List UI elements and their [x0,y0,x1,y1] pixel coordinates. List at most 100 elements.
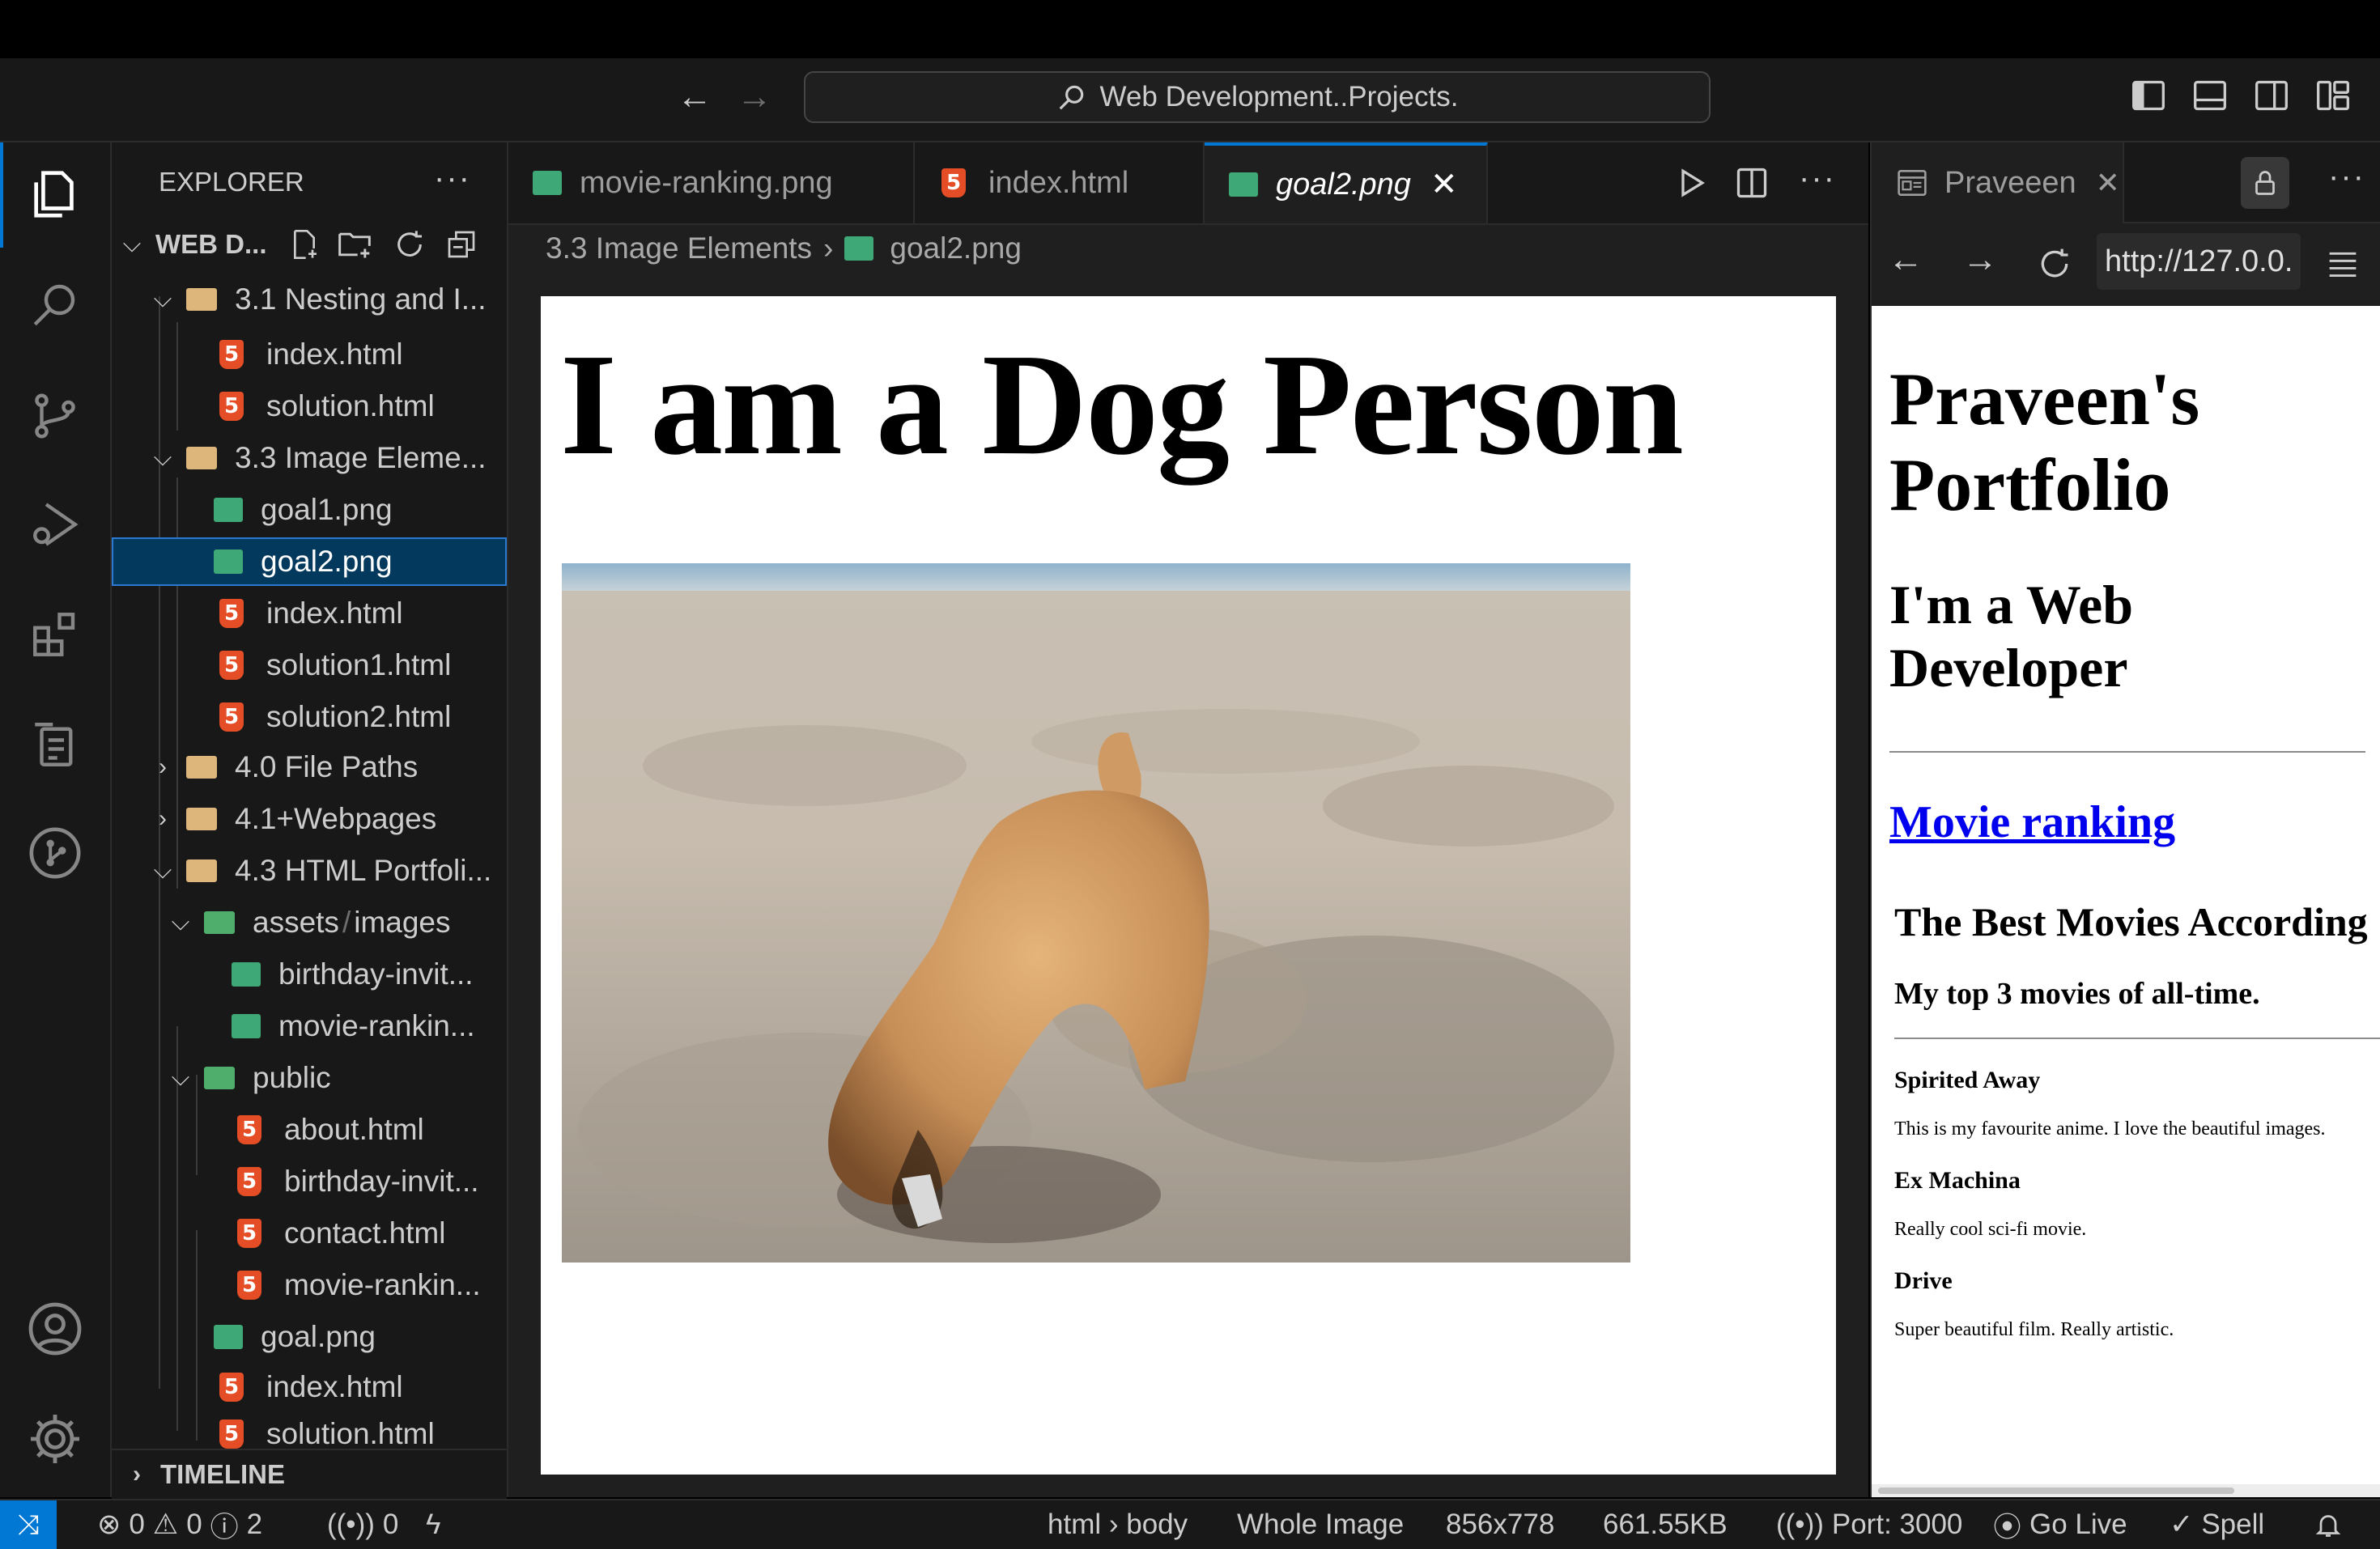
ports-indicator[interactable]: ((•)) 0 [327,1500,398,1549]
html5-icon: 5 [237,1271,261,1300]
portfolio-subtitle-line: Developer [1889,637,2128,698]
tree-file[interactable]: goal1.png [112,486,507,534]
tree-file[interactable]: 5 index.html [112,330,507,379]
browser-reload-icon[interactable] [2037,246,2072,282]
chevron-down-icon: ⌵ [153,857,172,884]
run-file-icon[interactable] [1674,165,1710,201]
breadcrumb-folder[interactable]: 3.3 Image Elements [546,231,812,265]
horizontal-scrollbar[interactable] [1872,1484,2380,1497]
tree-file[interactable]: 5 index.html [112,1363,507,1411]
tree-file[interactable]: 5 movie-rankin... [112,1261,507,1309]
explorer-more-actions-icon[interactable]: ··· [434,160,471,197]
html5-icon: 5 [219,1420,244,1449]
customize-layout-icon[interactable] [2315,78,2351,113]
toggle-primary-sidebar-icon[interactable] [2131,78,2166,113]
horizontal-rule [1894,1038,2380,1039]
tab-preview[interactable]: Praveeen ✕ [1872,142,2124,223]
git-graph-icon[interactable] [23,821,87,885]
tree-folder-file-paths[interactable]: › 4.0 File Paths [112,743,507,791]
element-path[interactable]: html › body [1048,1500,1188,1549]
tree-file[interactable]: movie-rankin... [112,1002,507,1050]
folder-icon [186,756,217,779]
run-debug-icon[interactable] [23,492,87,557]
tree-label: movie-rankin... [278,1009,475,1042]
tree-folder-public[interactable]: ⌵ public [112,1054,507,1102]
tree-label: contact.html [284,1216,446,1250]
movie-description: This is my favourite anime. I love the b… [1894,1118,2326,1139]
image-file-icon [1229,172,1258,197]
preview-page: Praveen's Portfolio I'm a Web Developer … [1870,306,2380,1497]
tree-file-selected[interactable]: goal2.png [112,537,507,586]
split-editor-icon[interactable] [1734,165,1770,201]
lightning-icon[interactable]: ϟ [426,1500,441,1549]
chevron-down-icon: ⌵ [122,231,142,257]
browser-back-icon[interactable]: ← [1888,240,1923,280]
search-icon[interactable] [23,272,87,337]
toggle-panel-icon[interactable] [2192,78,2228,113]
tree-folder-webpages[interactable]: › 4.1+Webpages [112,795,507,843]
url-input[interactable] [2097,233,2301,290]
preview-more-actions-icon[interactable]: ··· [2328,159,2365,195]
tree-folder-image-elements[interactable]: ⌵ 3.3 Image Eleme... [112,434,507,482]
forward-arrow-icon[interactable]: → [730,74,779,120]
editor-more-actions-icon[interactable]: ··· [1799,160,1836,197]
remote-explorer-icon[interactable] [23,712,87,777]
extensions-icon[interactable] [23,602,87,667]
spell-check-button[interactable]: ✓ Spell [2170,1500,2264,1549]
source-control-icon[interactable] [23,384,87,448]
tree-file[interactable]: 5 index.html [112,589,507,638]
portfolio-title-line: Portfolio [1889,443,2171,526]
notifications-bell-icon[interactable] [2314,1500,2343,1549]
remote-indicator-icon[interactable]: ⤨ [0,1500,57,1549]
problems-indicator[interactable]: ⊗ 0 ⚠ 0 ⓘ 2 [97,1500,262,1549]
tree-file[interactable]: 5 solution.html [112,382,507,431]
back-arrow-icon[interactable]: ← [670,74,719,120]
command-center-label: Web Development..Projects. [1099,81,1459,112]
toggle-secondary-sidebar-icon[interactable] [2254,78,2289,113]
new-folder-icon[interactable] [337,227,372,262]
tree-file[interactable]: 5 birthday-invit... [112,1157,507,1206]
tab-movie-ranking[interactable]: movie-ranking.png [508,142,915,223]
error-icon: ⊗ [97,1509,121,1540]
error-count: 0 [129,1509,145,1540]
tree-file[interactable]: goal.png [112,1313,507,1361]
tree-label: solution1.html [266,648,452,681]
tab-index-html[interactable]: 5 index.html [915,142,1205,223]
path-separator: / [342,906,351,939]
lock-icon[interactable] [2241,157,2289,209]
timeline-section[interactable]: › TIMELINE [112,1449,507,1499]
browser-forward-icon[interactable]: → [1962,240,1998,280]
tree-label: 3.1 Nesting and I... [235,282,487,316]
image-file-size: 661.55KB [1603,1509,1728,1540]
tree-file[interactable]: 5 solution1.html [112,641,507,690]
chevron-down-icon: ⌵ [171,1064,190,1091]
tree-file[interactable]: 5 solution2.html [112,693,507,741]
tree-file[interactable]: 5 about.html [112,1106,507,1154]
new-file-icon[interactable] [288,227,321,262]
tree-folder-assets-images[interactable]: ⌵ assets / images [112,898,507,947]
close-tab-icon[interactable]: ✕ [2096,166,2120,200]
tree-file[interactable]: birthday-invit... [112,950,507,999]
tree-file[interactable]: 5 contact.html [112,1209,507,1258]
live-server-port[interactable]: ((•)) Port: 3000 [1776,1500,1962,1549]
browser-menu-icon[interactable] [2325,248,2361,280]
tree-label: goal1.png [261,493,393,526]
status-bar: ⤨ ⊗ 0 ⚠ 0 ⓘ 2 ((•)) 0 ϟ html › body Whole Im… [0,1499,2380,1549]
tree-folder-nesting[interactable]: ⌵ 3.1 Nesting and I... [112,275,507,324]
command-center-search[interactable]: Web Development..Projects. [804,71,1711,123]
scrollbar-thumb[interactable] [1878,1487,2234,1494]
collapse-all-icon[interactable] [445,228,478,261]
refresh-icon[interactable] [393,228,426,261]
movie-description: Super beautiful film. Really artistic. [1894,1319,2174,1340]
tree-folder-portfolio[interactable]: ⌵ 4.3 HTML Portfoli... [112,847,507,895]
image-file-icon [214,1325,243,1349]
close-tab-icon[interactable]: ✕ [1430,166,1458,203]
movie-ranking-link[interactable]: Movie ranking [1889,796,2175,848]
tab-goal2-png[interactable]: goal2.png ✕ [1205,142,1488,223]
breadcrumb-file[interactable]: goal2.png [890,231,1022,265]
go-live-button[interactable]: ⦿ Go Live [1993,1500,2127,1549]
settings-gear-icon[interactable] [23,1407,87,1471]
image-view-mode[interactable]: Whole Image [1237,1500,1404,1549]
explorer-icon[interactable] [23,162,87,227]
accounts-icon[interactable] [23,1296,87,1361]
